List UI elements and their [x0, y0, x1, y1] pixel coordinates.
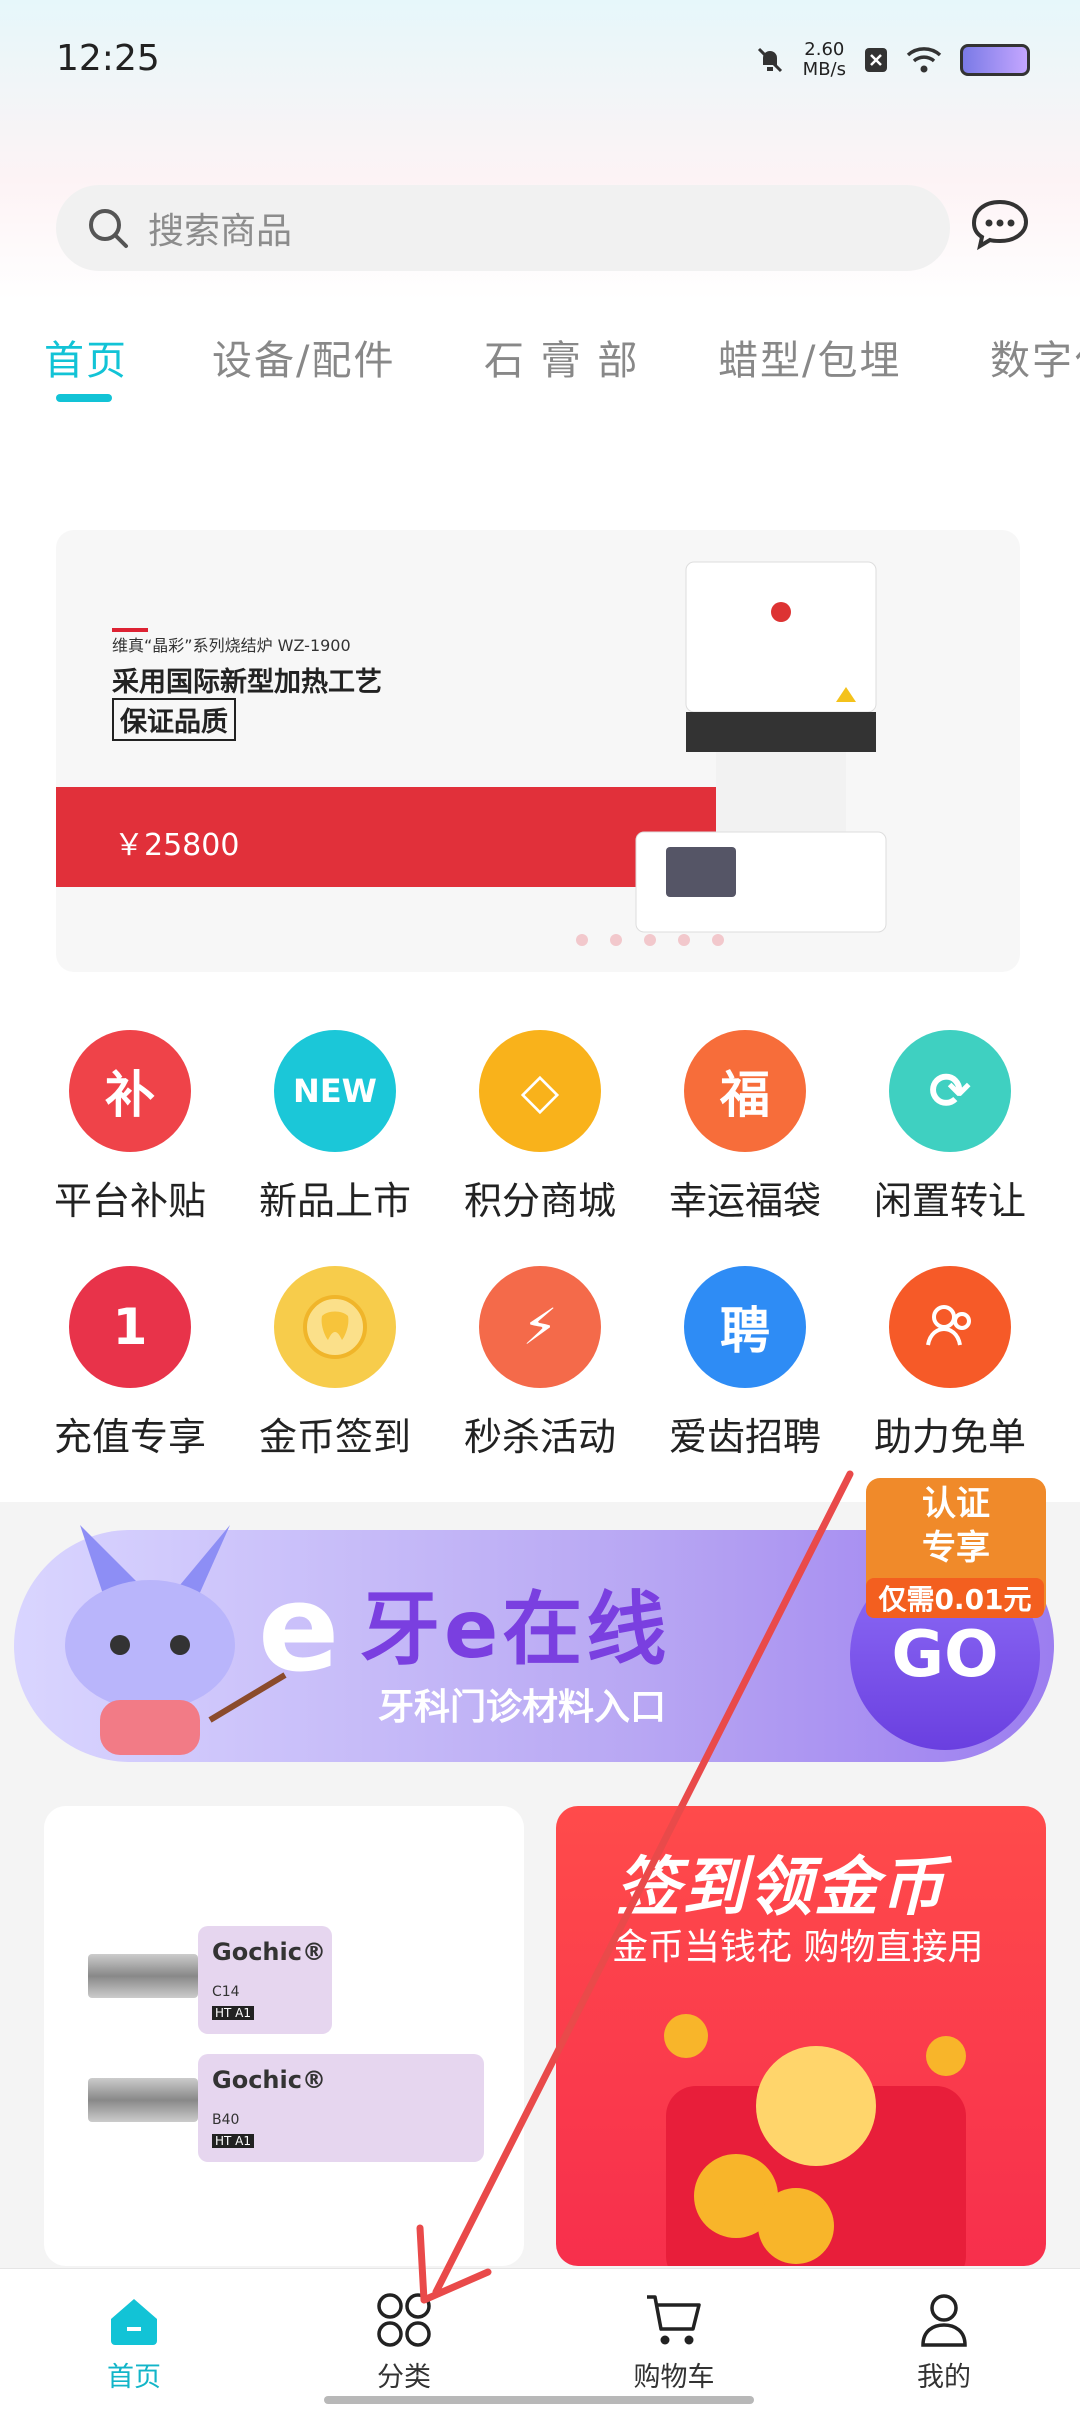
grid-item-transfer[interactable]: ⟳ 闲置转让	[860, 1030, 1040, 1225]
tab-equipment[interactable]: 设备/配件	[212, 328, 395, 386]
close-box-icon	[865, 48, 887, 72]
carousel-dot	[678, 934, 690, 946]
product-card[interactable]: Gochic® C14 HT A1 Gochic® B40 HT A1	[44, 1806, 524, 2266]
checkin-subtitle: 金币当钱花 购物直接用	[612, 1927, 984, 1968]
carousel-dot	[644, 934, 656, 946]
diamond-icon: ◇	[479, 1030, 601, 1152]
help-free-icon	[889, 1266, 1011, 1388]
new-icon: NEW	[274, 1030, 396, 1152]
grid-item-points-mall[interactable]: ◇ 积分商城	[450, 1030, 630, 1225]
grid-label: 金币签到	[258, 1415, 411, 1459]
tab-wax[interactable]: 蜡型/包埋	[718, 328, 901, 386]
nav-home[interactable]: 首页	[74, 2291, 194, 2394]
promo-subtitle: 牙科门诊材料入口	[378, 1687, 667, 1728]
tab-home[interactable]: 首页	[44, 328, 128, 386]
recharge-icon: 1	[69, 1266, 191, 1388]
carousel-dot	[576, 934, 588, 946]
sintering-furnace-image	[635, 561, 887, 933]
promo-title: 牙e在线	[360, 1583, 671, 1676]
gold-coin-icon	[274, 1266, 396, 1388]
cart-icon	[647, 2295, 701, 2345]
grid-label: 新品上市	[258, 1179, 411, 1223]
grid-item-flash-sale[interactable]: ⚡ 秒杀活动	[450, 1266, 630, 1461]
grid-label: 积分商城	[463, 1179, 616, 1223]
home-indicator	[324, 2396, 754, 2404]
lucky-bag-icon: 福	[684, 1030, 806, 1152]
block-peg	[88, 2078, 198, 2122]
grid-label: 爱齿招聘	[668, 1415, 821, 1459]
red-envelope-icon	[664, 2014, 966, 2266]
network-speed: 2.60 MB/s	[802, 39, 846, 80]
subsidy-icon: 补	[69, 1030, 191, 1152]
grid-label: 助力免单	[873, 1415, 1026, 1459]
checkin-title: 签到领金币	[616, 1851, 946, 1925]
status-icons: 2.60 MB/s	[755, 40, 1030, 80]
grid-item-help-free[interactable]: 助力免单	[860, 1266, 1040, 1461]
recruit-icon: 聘	[684, 1266, 806, 1388]
bottom-navigation: 首页 分类 购物车 我的	[0, 2268, 1080, 2409]
chat-bubble-icon[interactable]	[968, 192, 1032, 256]
zirconia-block: Gochic® C14 HT A1	[198, 1926, 332, 2034]
person-icon	[921, 2294, 967, 2347]
grid-item-new[interactable]: NEW 新品上市	[245, 1030, 425, 1225]
battery-icon	[960, 44, 1030, 76]
nav-category[interactable]: 分类	[344, 2291, 464, 2394]
grid-item-gold-checkin[interactable]: 金币签到	[245, 1266, 425, 1461]
tab-gypsum[interactable]: 石 膏 部	[484, 328, 639, 386]
tab-digital[interactable]: 数字化	[990, 328, 1080, 386]
search-icon	[89, 209, 128, 248]
search-input[interactable]: 搜索商品	[148, 202, 292, 254]
grid-label: 秒杀活动	[463, 1415, 616, 1459]
hero-banner[interactable]: 维真“晶彩”系列烧结炉 WZ-1900 采用国际新型加热工艺 保证品质 ￥258…	[56, 530, 1020, 972]
transfer-icon: ⟳	[889, 1030, 1011, 1152]
banner-price: ￥25800	[114, 828, 240, 863]
nav-cart[interactable]: 购物车	[614, 2291, 734, 2394]
tag-price: 仅需0.01元	[866, 1578, 1044, 1618]
flash-sale-icon: ⚡	[479, 1266, 601, 1388]
grid-item-lucky-bag[interactable]: 福幸运福袋	[655, 1030, 835, 1225]
banner-badge: 保证品质	[112, 698, 236, 741]
block-peg	[88, 1954, 198, 1998]
tab-indicator	[56, 394, 112, 402]
grid-item-recharge[interactable]: 1 充值专享	[40, 1266, 220, 1461]
grid-label: 充值专享	[53, 1415, 206, 1459]
zirconia-block: Gochic® B40 HT A1	[198, 2054, 484, 2162]
grid-label: 幸运福袋	[668, 1179, 821, 1223]
grid-item-subsidy[interactable]: 补平台补贴	[40, 1030, 220, 1225]
mute-icon	[757, 47, 782, 73]
status-time: 12:25	[56, 38, 160, 79]
carousel-dot	[610, 934, 622, 946]
carousel-dot	[712, 934, 724, 946]
promo-e-logo: e	[258, 1560, 340, 1699]
wifi-icon	[906, 47, 942, 73]
banner-subtitle: 维真“晶彩”系列烧结炉 WZ-1900	[112, 636, 351, 655]
checkin-card[interactable]: 签到领金币 金币当钱花 购物直接用	[556, 1806, 1046, 2266]
grid-item-recruit[interactable]: 聘爱齿招聘	[655, 1266, 835, 1461]
grid-label: 平台补贴	[53, 1179, 206, 1223]
banner-title: 采用国际新型加热工艺	[112, 667, 382, 698]
grid-label: 闲置转让	[873, 1179, 1026, 1223]
home-icon	[111, 2299, 157, 2345]
category-grid-icon	[377, 2293, 431, 2347]
search-bar[interactable]: 搜索商品	[56, 185, 950, 271]
status-bar: 12:25 2.60 MB/s	[0, 0, 1080, 120]
nav-profile[interactable]: 我的	[884, 2291, 1004, 2394]
